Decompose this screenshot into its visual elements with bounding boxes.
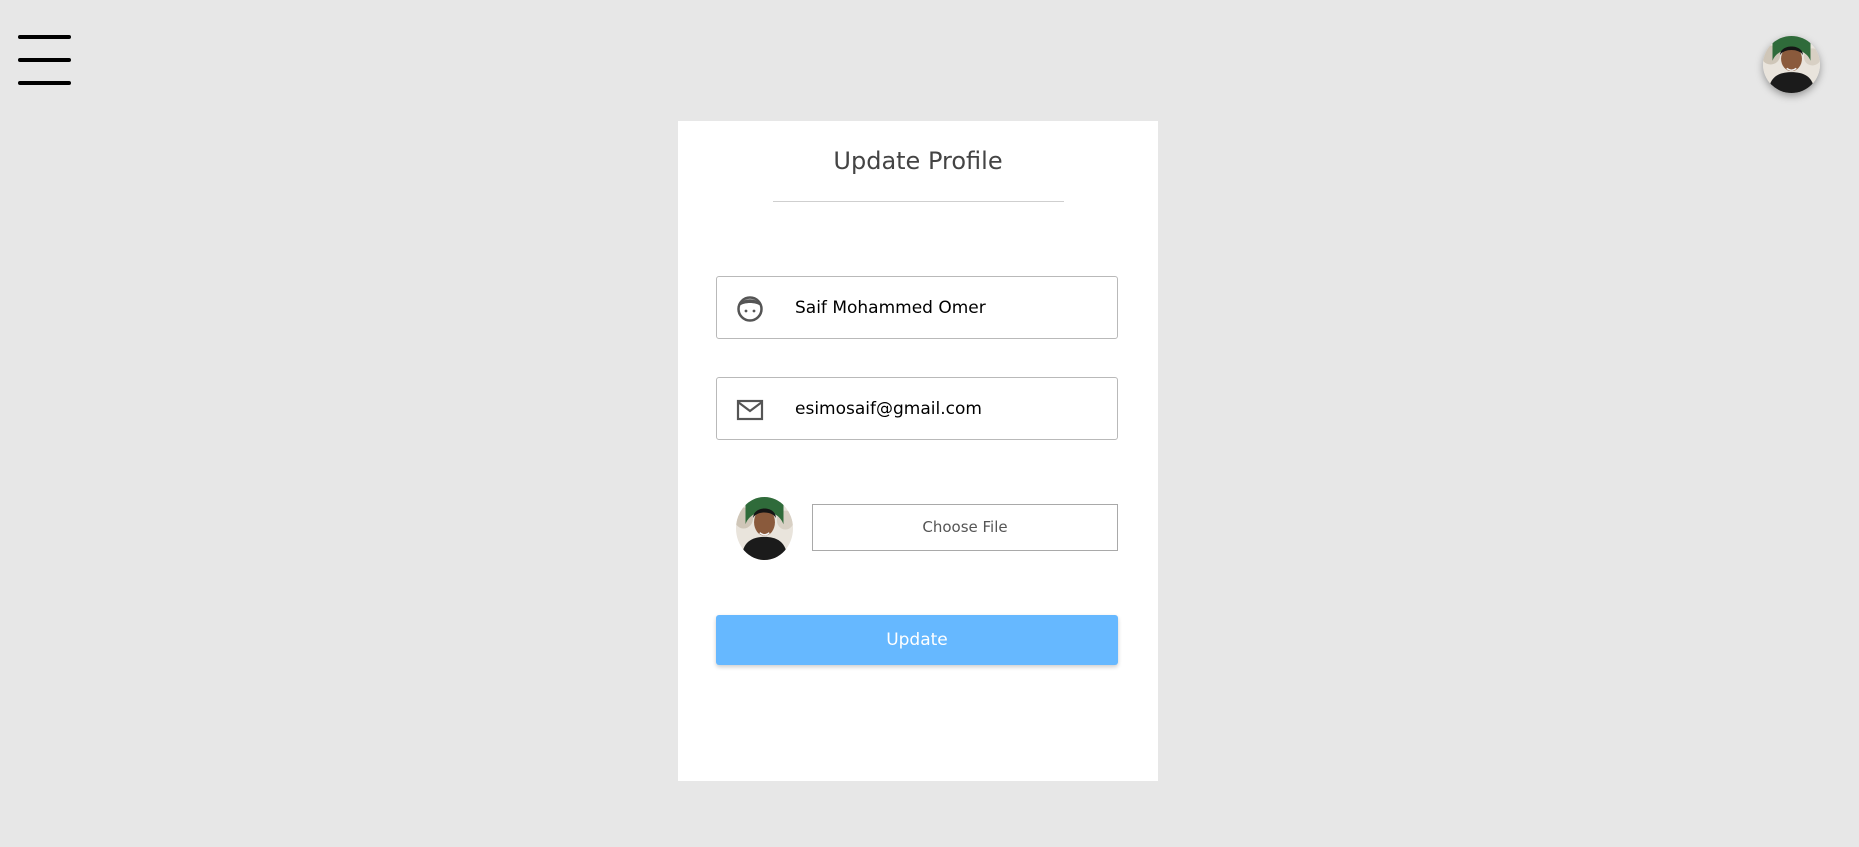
avatar-image [736, 497, 793, 560]
photo-preview-avatar [736, 497, 793, 560]
email-field[interactable]: esimosaif@gmail.com [716, 377, 1118, 440]
update-profile-card: Update Profile Saif Mohammed Omer esimos… [678, 121, 1158, 781]
face-icon [735, 294, 765, 324]
update-button[interactable]: Update [716, 615, 1118, 665]
menu-bar [18, 81, 71, 85]
email-value: esimosaif@gmail.com [795, 399, 982, 419]
menu-bar [18, 58, 71, 62]
hamburger-menu-icon[interactable] [18, 35, 71, 87]
name-value: Saif Mohammed Omer [795, 298, 986, 318]
mail-icon [735, 395, 765, 425]
profile-avatar[interactable] [1763, 36, 1820, 93]
choose-file-button[interactable]: Choose File [812, 504, 1118, 551]
title-divider [773, 201, 1064, 202]
page-title: Update Profile [833, 147, 1003, 175]
name-field[interactable]: Saif Mohammed Omer [716, 276, 1118, 339]
menu-bar [18, 35, 71, 39]
avatar-image [1763, 36, 1820, 93]
